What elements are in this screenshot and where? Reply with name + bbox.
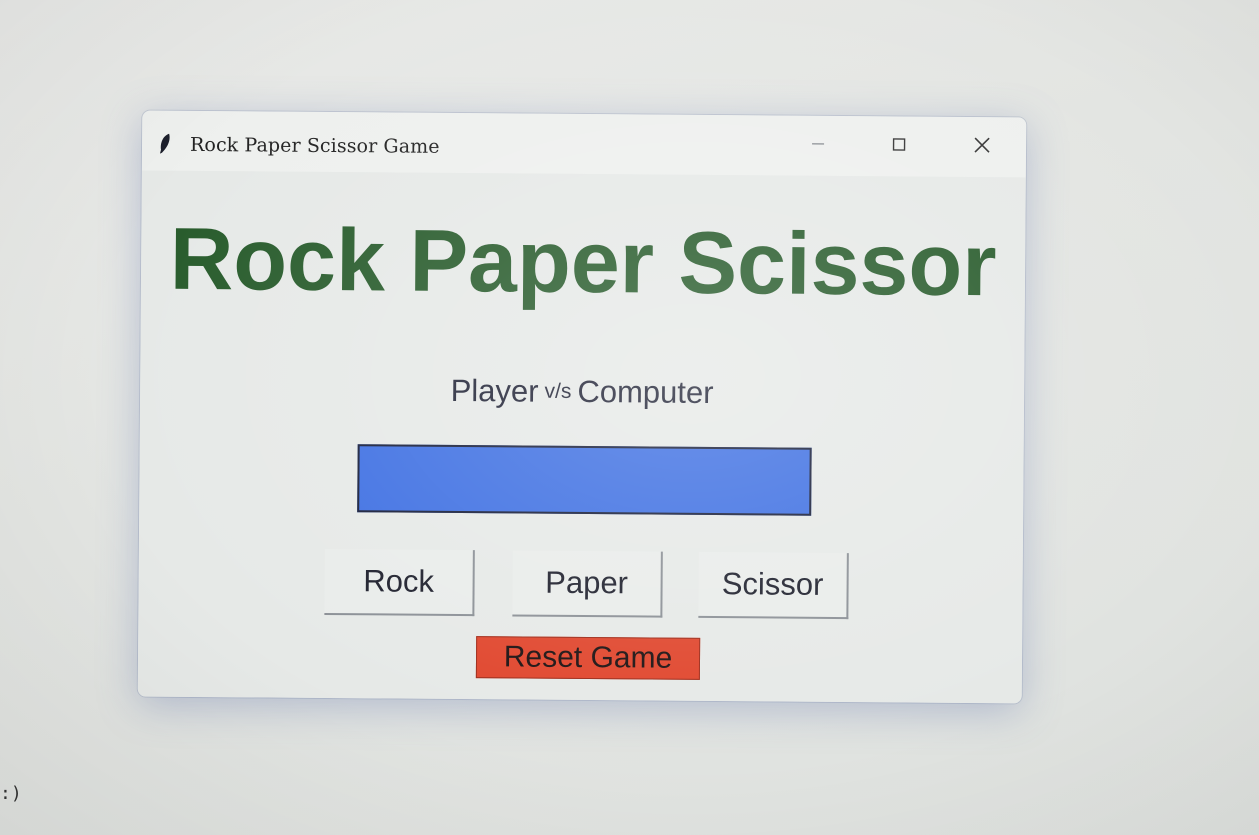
- background-text-fragment: :): [0, 783, 22, 804]
- versus-label: v/s: [544, 379, 572, 403]
- maximize-button[interactable]: [869, 126, 929, 166]
- title-bar[interactable]: Rock Paper Scissor Game: [141, 110, 1027, 178]
- game-window: Rock Paper Scissor Game Rock Paper Sciss…: [137, 110, 1027, 704]
- reset-game-button[interactable]: Reset Game: [475, 636, 701, 680]
- computer-label: Computer: [577, 373, 714, 411]
- feather-icon: [158, 133, 172, 155]
- player-label: Player: [450, 372, 539, 409]
- rock-button[interactable]: Rock: [324, 548, 475, 617]
- paper-button[interactable]: Paper: [512, 550, 663, 618]
- result-display: [357, 444, 812, 516]
- close-button[interactable]: [952, 127, 1012, 167]
- minimize-icon: [810, 135, 826, 156]
- close-icon: [973, 136, 991, 159]
- minimize-button[interactable]: [788, 126, 848, 166]
- game-panel: Rock Paper Scissor Player v/s Computer Roc…: [137, 170, 1026, 704]
- window-title: Rock Paper Scissor Game: [189, 133, 440, 158]
- maximize-icon: [891, 136, 907, 157]
- players-label: Player v/s Computer: [140, 371, 1024, 414]
- game-heading: Rock Paper Scissor: [169, 208, 997, 315]
- scissor-button[interactable]: Scissor: [698, 551, 849, 620]
